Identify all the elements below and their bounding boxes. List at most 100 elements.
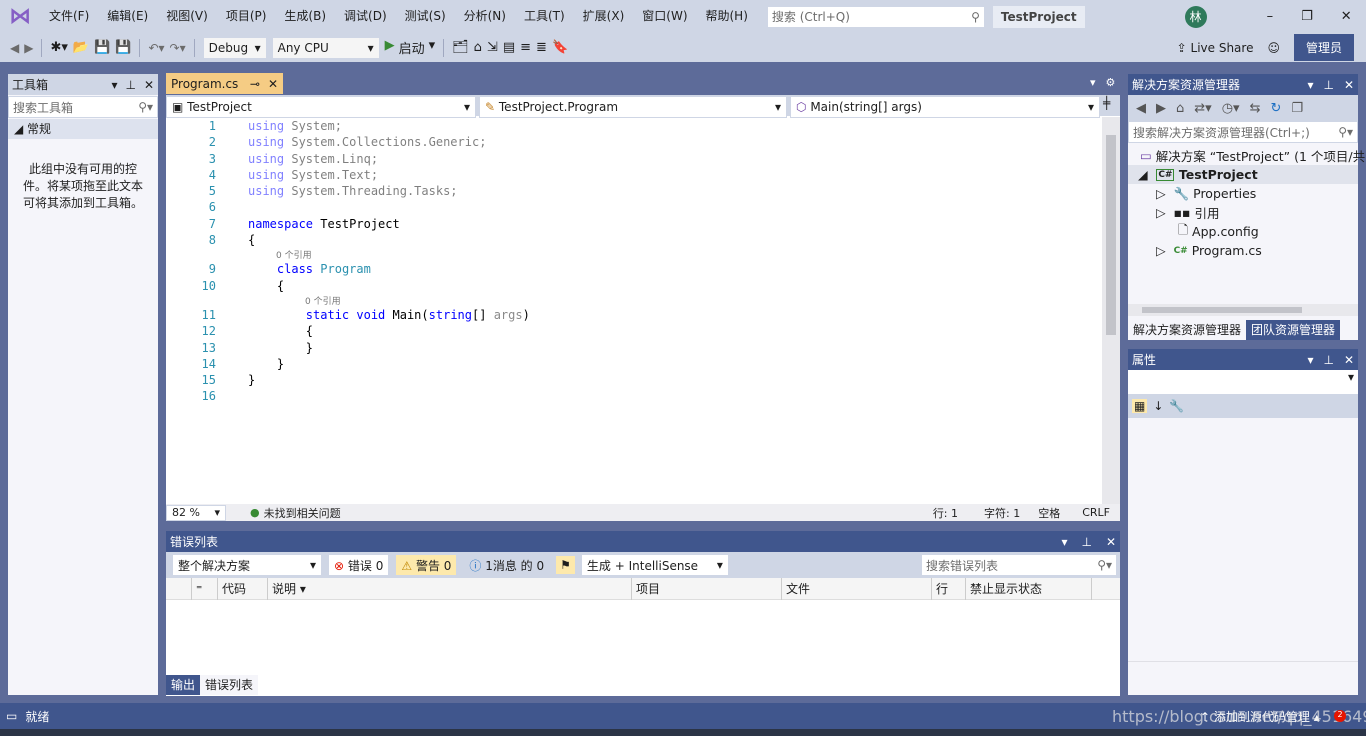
- notification-icon[interactable]: 2: [1334, 710, 1346, 722]
- spaces-indicator[interactable]: 空格: [1038, 505, 1060, 521]
- menu-item[interactable]: 视图(V): [157, 0, 217, 33]
- reference-count-lens[interactable]: 0 个引用: [166, 248, 1102, 261]
- dropdown-icon[interactable]: ▾: [1307, 78, 1313, 92]
- dropdown-icon[interactable]: ▾: [1307, 353, 1313, 367]
- menu-item[interactable]: 测试(S): [396, 0, 455, 33]
- menu-item[interactable]: 窗口(W): [633, 0, 696, 33]
- refresh-icon[interactable]: ↻: [1270, 101, 1281, 116]
- column-description[interactable]: 说明 ▾: [268, 578, 632, 600]
- object-select[interactable]: ▾: [1128, 370, 1358, 394]
- toolbox-search-input[interactable]: 搜索工具箱 ⚲▾: [8, 96, 158, 118]
- member-nav-select[interactable]: ⬡ Main(string[] args) ▾: [790, 96, 1100, 118]
- undo-icon[interactable]: ↶▾: [148, 41, 164, 55]
- menu-item[interactable]: 帮助(H): [697, 0, 757, 33]
- toolbox-group[interactable]: ◢ 常规: [8, 119, 158, 139]
- close-icon[interactable]: ✕: [1344, 353, 1354, 367]
- solution-root[interactable]: ▭ 解决方案 “TestProject” (1 个项目/共: [1128, 146, 1365, 165]
- bookmark-icon[interactable]: 🔖: [552, 40, 568, 55]
- build-source-select[interactable]: 生成 + IntelliSense ▾: [580, 554, 729, 576]
- sync-icon[interactable]: ⇄▾: [1194, 101, 1211, 116]
- tree-item-program-cs[interactable]: ▷ C# Program.cs: [1128, 241, 1358, 260]
- pin-icon[interactable]: ⊥: [1081, 535, 1091, 549]
- categorized-icon[interactable]: ▦: [1132, 399, 1148, 413]
- menu-item[interactable]: 编辑(E): [98, 0, 157, 33]
- filter-icon[interactable]: ⚑: [556, 556, 575, 574]
- messages-filter[interactable]: ⓘ 1消息 的 0: [463, 554, 551, 576]
- warnings-filter[interactable]: ⚠ 警告 0: [395, 554, 458, 576]
- back-icon[interactable]: ◀: [10, 41, 19, 55]
- column-file[interactable]: 文件: [782, 578, 932, 600]
- tab-error-list[interactable]: 错误列表: [200, 675, 259, 695]
- collapse-icon[interactable]: ❐: [1291, 101, 1303, 116]
- editor-tab[interactable]: Program.cs ⊸ ✕: [166, 73, 283, 94]
- code-area[interactable]: 1 using System; 2 using System.Collections.…: [166, 117, 1102, 504]
- split-icon[interactable]: ╪: [1103, 96, 1110, 116]
- new-project-icon[interactable]: ✱▾: [50, 40, 67, 55]
- close-icon[interactable]: ✕: [1344, 78, 1354, 92]
- uncomment-icon[interactable]: ≣: [536, 40, 547, 55]
- vs-logo-icon[interactable]: ⋈: [0, 4, 40, 29]
- config-select[interactable]: Debug ▾: [202, 36, 267, 59]
- menu-item[interactable]: 工具(T): [515, 0, 574, 33]
- pin-icon[interactable]: ⊥: [1323, 353, 1333, 367]
- layout-icon[interactable]: ▤: [503, 40, 515, 55]
- close-button[interactable]: ✕: [1341, 9, 1352, 24]
- errors-filter[interactable]: ⊗ 错误 0: [328, 554, 390, 576]
- switch-icon[interactable]: ⇆: [1250, 101, 1261, 116]
- tree-item-references[interactable]: ▷ ▪▪ 引用: [1128, 203, 1358, 222]
- reference-count-lens[interactable]: 0 个引用: [166, 294, 1102, 307]
- menu-item[interactable]: 项目(P): [217, 0, 276, 33]
- close-icon[interactable]: ✕: [1106, 535, 1116, 549]
- start-button[interactable]: ▶ 启动 ▾: [385, 38, 436, 57]
- forward-icon[interactable]: ▶: [24, 41, 33, 55]
- home-icon[interactable]: ⌂: [1176, 101, 1184, 116]
- step-icon[interactable]: ⇲: [487, 40, 498, 55]
- feedback-icon[interactable]: ☺: [1267, 41, 1280, 55]
- project-nav-select[interactable]: ▣ TestProject ▾: [166, 96, 476, 118]
- sort-icon[interactable]: ⁼: [192, 578, 218, 600]
- vertical-scrollbar[interactable]: [1102, 117, 1120, 504]
- scope-select[interactable]: 整个解决方案 ▾: [172, 554, 322, 576]
- pin-icon[interactable]: ⊸: [250, 77, 260, 91]
- dropdown-icon[interactable]: ▾: [111, 78, 117, 92]
- tab-solution-explorer[interactable]: 解决方案资源管理器: [1128, 320, 1247, 340]
- tree-item-app-config[interactable]: 🗋 App.config: [1128, 222, 1358, 241]
- alphabetical-icon[interactable]: ↓: [1153, 399, 1163, 413]
- solution-search-input[interactable]: 搜索解决方案资源管理器(Ctrl+;) ⚲▾: [1128, 121, 1358, 143]
- menu-item[interactable]: 生成(B): [275, 0, 335, 33]
- tab-dropdown-icon[interactable]: ▾: [1090, 76, 1096, 89]
- forward-icon[interactable]: ▶: [1156, 101, 1166, 116]
- column-project[interactable]: 项目: [632, 578, 782, 600]
- menu-item[interactable]: 文件(F): [40, 0, 98, 33]
- live-share-button[interactable]: ⇪ Live Share: [1177, 41, 1254, 55]
- find-icon[interactable]: 🗂: [452, 40, 469, 55]
- zoom-select[interactable]: 82 % ▾: [166, 504, 226, 521]
- settings-icon[interactable]: ⚙: [1106, 76, 1116, 89]
- back-icon[interactable]: ◀: [1136, 101, 1146, 116]
- horizontal-scrollbar[interactable]: [1128, 304, 1358, 316]
- error-search-input[interactable]: 搜索错误列表 ⚲▾: [921, 554, 1117, 576]
- open-icon[interactable]: 📂: [73, 40, 89, 55]
- restore-button[interactable]: ❐: [1301, 9, 1313, 24]
- tree-item-properties[interactable]: ▷ 🔧 Properties: [1128, 184, 1358, 203]
- property-pages-icon[interactable]: 🔧: [1169, 399, 1184, 413]
- pin-icon[interactable]: ⊥: [1323, 78, 1333, 92]
- menu-item[interactable]: 调试(D): [335, 0, 396, 33]
- issues-status[interactable]: 未找到相关问题: [264, 505, 341, 521]
- redo-icon[interactable]: ↷▾: [170, 41, 186, 55]
- platform-select[interactable]: Any CPU ▾: [271, 36, 380, 59]
- avatar[interactable]: 林: [1184, 5, 1207, 28]
- tab-team-explorer[interactable]: 团队资源管理器: [1246, 320, 1341, 340]
- menu-item[interactable]: 分析(N): [455, 0, 515, 33]
- menu-item[interactable]: 扩展(X): [574, 0, 634, 33]
- dropdown-icon[interactable]: ▾: [1061, 535, 1067, 549]
- project-node[interactable]: ◢ C# TestProject: [1128, 165, 1358, 184]
- column-suppression[interactable]: 禁止显示状态: [966, 578, 1092, 600]
- eol-indicator[interactable]: CRLF: [1082, 506, 1110, 519]
- close-tab-icon[interactable]: ✕: [268, 77, 278, 91]
- pin-icon[interactable]: ⊥: [125, 78, 135, 92]
- comment-icon[interactable]: ≡: [520, 40, 531, 55]
- save-icon[interactable]: 💾: [94, 40, 110, 55]
- column-line[interactable]: 行: [932, 578, 966, 600]
- home-icon[interactable]: ⌂: [474, 40, 482, 55]
